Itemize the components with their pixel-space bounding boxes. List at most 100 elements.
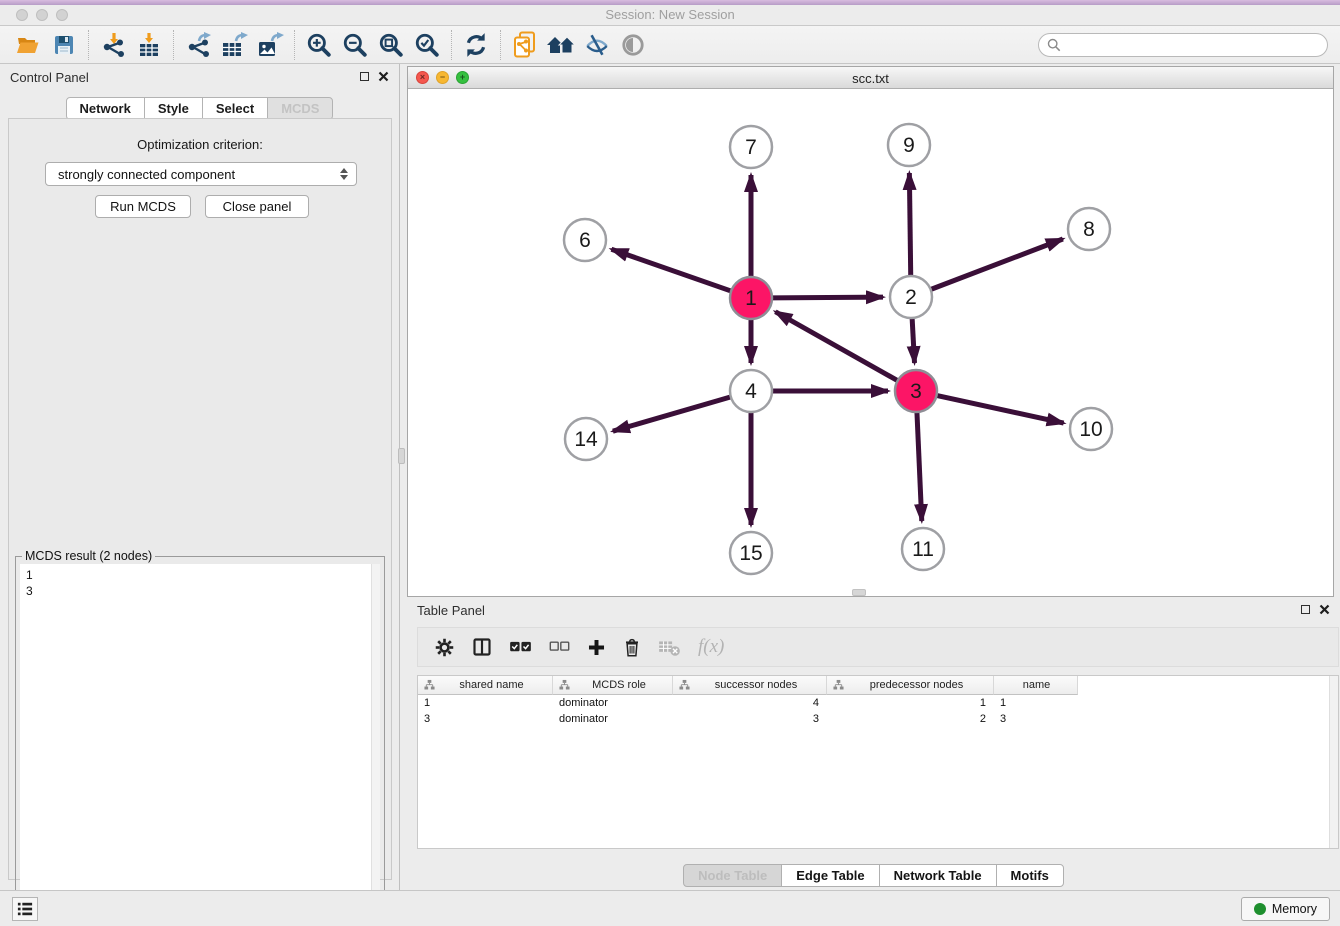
column-label: MCDS role <box>570 679 668 691</box>
graph-node-2[interactable]: 2 <box>890 276 932 318</box>
plus-icon <box>587 638 606 657</box>
network-window-titlebar[interactable]: × − + scc.txt <box>408 67 1333 89</box>
graph-node-14[interactable]: 14 <box>565 418 607 460</box>
delete-table-button[interactable] <box>658 638 681 657</box>
search-box[interactable] <box>1038 33 1328 57</box>
graph-node-15[interactable]: 15 <box>730 532 772 574</box>
criterion-select[interactable]: strongly connected component <box>45 162 357 186</box>
tab-select[interactable]: Select <box>202 97 268 120</box>
export-table-icon <box>220 32 248 58</box>
import-network-button[interactable] <box>95 29 131 61</box>
import-network-icon <box>100 32 126 58</box>
network-view-window: × − + scc.txt 7 9 6 8 1 2 4 3 14 10 15 11 <box>407 66 1334 597</box>
export-network-button[interactable] <box>180 29 216 61</box>
graph-node-10[interactable]: 10 <box>1070 408 1112 450</box>
graph-node-11[interactable]: 11 <box>902 528 944 570</box>
home-button[interactable] <box>543 29 579 61</box>
zoom-out-button[interactable] <box>337 29 373 61</box>
table-settings-button[interactable] <box>434 637 455 658</box>
refresh-button[interactable] <box>458 29 494 61</box>
tab-mcds[interactable]: MCDS <box>267 97 333 120</box>
show-panel-button[interactable] <box>615 29 651 61</box>
svg-text:7: 7 <box>745 136 757 159</box>
network-graph[interactable]: 7 9 6 8 1 2 4 3 14 10 15 11 <box>408 89 1333 596</box>
zoom-in-icon <box>306 32 332 58</box>
graph-edge-1-6[interactable] <box>611 249 731 291</box>
graph-edge-1-2[interactable] <box>772 297 883 298</box>
graph-node-3[interactable]: 3 <box>895 370 937 412</box>
zoom-in-button[interactable] <box>301 29 337 61</box>
function-builder-button[interactable]: f(x) <box>698 636 724 658</box>
result-scrollbar[interactable] <box>371 564 380 922</box>
add-column-button[interactable] <box>587 638 606 657</box>
graph-node-6[interactable]: 6 <box>564 219 606 261</box>
select-stepper-icon <box>340 168 348 180</box>
table-cell: 3 <box>673 711 827 727</box>
horizontal-splitter-handle[interactable] <box>852 589 866 596</box>
vertical-splitter-handle[interactable] <box>398 448 405 464</box>
graph-node-1[interactable]: 1 <box>730 277 772 319</box>
graph-node-7[interactable]: 7 <box>730 126 772 168</box>
table-row[interactable]: 1dominator411 <box>418 695 1338 711</box>
mcds-result-title: MCDS result (2 nodes) <box>22 549 155 563</box>
delete-table-icon <box>658 638 681 657</box>
select-all-button[interactable] <box>509 639 532 655</box>
save-session-button[interactable] <box>46 29 82 61</box>
tab-network-table[interactable]: Network Table <box>879 864 997 887</box>
graph-node-9[interactable]: 9 <box>888 124 930 166</box>
graph-edge-2-9[interactable] <box>909 173 910 276</box>
column-label: shared name <box>435 679 548 691</box>
hierarchy-icon <box>424 679 435 691</box>
svg-text:6: 6 <box>579 229 591 252</box>
new-network-from-file-button[interactable] <box>507 29 543 61</box>
graph-edge-3-10[interactable] <box>937 395 1064 423</box>
graph-edge-2-3[interactable] <box>912 318 914 363</box>
memory-button[interactable]: Memory <box>1241 897 1330 921</box>
app-titlebar: Session: New Session <box>0 0 1340 26</box>
run-mcds-button[interactable]: Run MCDS <box>95 195 191 218</box>
criterion-value: strongly connected component <box>58 167 235 182</box>
column-header-mcds-role[interactable]: MCDS role <box>553 676 673 695</box>
graph-edge-2-8[interactable] <box>931 239 1063 290</box>
graph-edge-3-1[interactable] <box>775 312 897 381</box>
graph-node-8[interactable]: 8 <box>1068 208 1110 250</box>
close-panel-icon[interactable] <box>378 71 389 82</box>
export-image-icon <box>256 32 284 58</box>
deselect-all-button[interactable] <box>549 640 570 654</box>
tab-network[interactable]: Network <box>66 97 145 120</box>
graph-node-4[interactable]: 4 <box>730 370 772 412</box>
zoom-selected-button[interactable] <box>409 29 445 61</box>
export-table-button[interactable] <box>216 29 252 61</box>
float-panel-icon[interactable] <box>360 72 369 81</box>
mcds-result-area[interactable]: 13 <box>20 564 380 922</box>
column-header-successor-nodes[interactable]: successor nodes <box>673 676 827 695</box>
table-scrollbar[interactable] <box>1329 676 1338 848</box>
table-row[interactable]: 3dominator323 <box>418 711 1338 727</box>
tab-motifs[interactable]: Motifs <box>996 864 1064 887</box>
tab-edge-table[interactable]: Edge Table <box>781 864 879 887</box>
import-table-button[interactable] <box>131 29 167 61</box>
svg-text:1: 1 <box>745 287 757 310</box>
network-canvas[interactable]: 7 9 6 8 1 2 4 3 14 10 15 11 <box>408 89 1333 596</box>
export-image-button[interactable] <box>252 29 288 61</box>
tab-node-table[interactable]: Node Table <box>683 864 782 887</box>
table-toolbar: f(x) <box>417 627 1339 667</box>
float-table-panel-icon[interactable] <box>1301 605 1310 614</box>
zoom-fit-button[interactable] <box>373 29 409 61</box>
close-table-panel-icon[interactable] <box>1319 604 1330 615</box>
tab-style[interactable]: Style <box>144 97 203 120</box>
task-history-button[interactable] <box>12 897 38 921</box>
search-input[interactable] <box>1066 35 1327 55</box>
hide-panel-button[interactable] <box>579 29 615 61</box>
open-session-button[interactable] <box>10 29 46 61</box>
column-header-name[interactable]: name <box>994 676 1078 695</box>
zoom-out-icon <box>342 32 368 58</box>
close-panel-button[interactable]: Close panel <box>205 195 309 218</box>
show-columns-button[interactable] <box>472 637 492 657</box>
graph-edge-3-11[interactable] <box>917 412 922 521</box>
graph-edge-4-14[interactable] <box>613 397 731 431</box>
column-header-predecessor-nodes[interactable]: predecessor nodes <box>827 676 994 695</box>
delete-column-button[interactable] <box>623 637 641 658</box>
column-header-shared-name[interactable]: shared name <box>418 676 553 695</box>
node-table-body: 1dominator4113dominator323 <box>418 695 1338 727</box>
